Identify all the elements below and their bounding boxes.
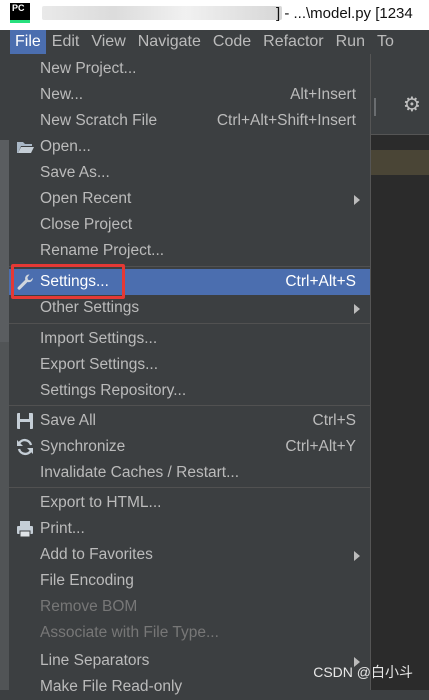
menu-item-label: Settings Repository... <box>40 382 187 399</box>
menu-code[interactable]: Code <box>207 30 257 54</box>
menu-item-remove-bom: Remove BOM <box>9 594 370 620</box>
menu-item-synchronize[interactable]: Synchronize Ctrl+Alt+Y <box>9 434 370 460</box>
menu-item-label: New Project... <box>40 60 137 77</box>
menu-item-label: Save As... <box>40 164 110 181</box>
menu-item-label: Save All <box>40 412 97 429</box>
window-title: ] - ...\model.py [1234 <box>276 5 413 22</box>
menu-item-settings-repository[interactable]: Settings Repository... <box>9 378 370 404</box>
menu-item-file-encoding[interactable]: File Encoding <box>9 568 370 594</box>
menu-item-save-as[interactable]: Save As... <box>9 160 370 186</box>
editor-current-line <box>371 150 429 175</box>
menu-item-open[interactable]: Open... <box>9 134 370 160</box>
editor-divider <box>371 134 429 135</box>
menu-refactor[interactable]: Refactor <box>257 30 329 54</box>
menu-item-label: Add to Favorites <box>40 546 153 563</box>
menu-item-label: New Scratch File <box>40 112 158 129</box>
save-all-icon <box>17 413 33 429</box>
menu-item-label: Associate with File Type... <box>40 624 219 641</box>
menu-item-export-settings[interactable]: Export Settings... <box>9 352 370 378</box>
menu-run[interactable]: Run <box>330 30 371 54</box>
menu-item-label: Export Settings... <box>40 356 159 373</box>
menu-item-new[interactable]: New... Alt+Insert <box>9 82 370 108</box>
left-gutter-lower <box>0 342 9 690</box>
folder-open-icon <box>17 142 34 153</box>
menu-item-print[interactable]: Print... <box>9 516 370 542</box>
menu-item-shortcut: Ctrl+Alt+Y <box>285 438 356 455</box>
menu-file[interactable]: File <box>10 30 46 54</box>
gear-icon[interactable]: ⚙ <box>401 94 423 116</box>
submenu-arrow-icon <box>354 551 360 561</box>
menu-item-add-to-favorites[interactable]: Add to Favorites <box>9 542 370 568</box>
sync-icon <box>17 438 33 456</box>
menu-item-label: Import Settings... <box>40 330 158 347</box>
menu-separator <box>9 323 370 324</box>
menu-item-label: Synchronize <box>40 438 126 455</box>
menu-item-label: New... <box>40 86 84 103</box>
menu-separator <box>9 487 370 488</box>
menu-item-label: Remove BOM <box>40 598 138 615</box>
menu-item-shortcut: Ctrl+Alt+S <box>285 273 356 290</box>
menu-item-shortcut: Ctrl+S <box>312 412 357 429</box>
menu-item-label: Export to HTML... <box>40 494 162 511</box>
menu-item-new-project[interactable]: New Project... <box>9 56 370 82</box>
menu-item-associate-file-type: Associate with File Type... <box>9 620 370 646</box>
file-menu-dropdown: New Project... New... Alt+Insert New Scr… <box>9 54 371 695</box>
menu-item-label: Rename Project... <box>40 242 165 259</box>
menu-item-label: Open... <box>40 138 91 155</box>
menu-view[interactable]: View <box>85 30 131 54</box>
printer-icon <box>17 521 33 538</box>
pycharm-logo-icon: PC <box>10 3 30 23</box>
menu-item-save-all[interactable]: Save All Ctrl+S <box>9 408 370 434</box>
menu-item-label: Open Recent <box>40 190 132 207</box>
menu-item-export-to-html[interactable]: Export to HTML... <box>9 490 370 516</box>
menu-item-label: Print... <box>40 520 85 537</box>
menu-item-import-settings[interactable]: Import Settings... <box>9 326 370 352</box>
menu-item-shortcut: Ctrl+Alt+Shift+Insert <box>216 112 356 129</box>
menu-edit[interactable]: Edit <box>46 30 86 54</box>
menu-item-invalidate-caches[interactable]: Invalidate Caches / Restart... <box>9 460 370 486</box>
menu-item-label: Make File Read-only <box>40 678 183 695</box>
left-gutter-panel <box>0 140 9 342</box>
menu-item-rename-project[interactable]: Rename Project... <box>9 238 370 264</box>
menu-tools[interactable]: To <box>371 30 400 54</box>
menu-item-label: File Encoding <box>40 572 134 589</box>
menu-item-open-recent[interactable]: Open Recent <box>9 186 370 212</box>
watermark: CSDN @白小斗 <box>313 664 413 680</box>
menu-separator <box>9 405 370 406</box>
menu-item-shortcut: Alt+Insert <box>290 86 356 103</box>
toolbar-separator <box>374 98 376 116</box>
submenu-arrow-icon <box>354 304 360 314</box>
menu-item-label: Invalidate Caches / Restart... <box>40 464 240 481</box>
menu-navigate[interactable]: Navigate <box>132 30 207 54</box>
annotation-highlight-box <box>11 264 125 299</box>
menu-item-label: Close Project <box>40 216 133 233</box>
submenu-arrow-icon <box>354 195 360 205</box>
blurred-title-region <box>42 6 282 20</box>
menu-item-new-scratch-file[interactable]: New Scratch File Ctrl+Alt+Shift+Insert <box>9 108 370 134</box>
window-title-bar: PC ] - ...\model.py [1234 <box>0 0 429 30</box>
menu-item-close-project[interactable]: Close Project <box>9 212 370 238</box>
menu-item-label: Line Separators <box>40 652 150 669</box>
menu-bar: File Edit View Navigate Code Refactor Ru… <box>0 30 429 54</box>
